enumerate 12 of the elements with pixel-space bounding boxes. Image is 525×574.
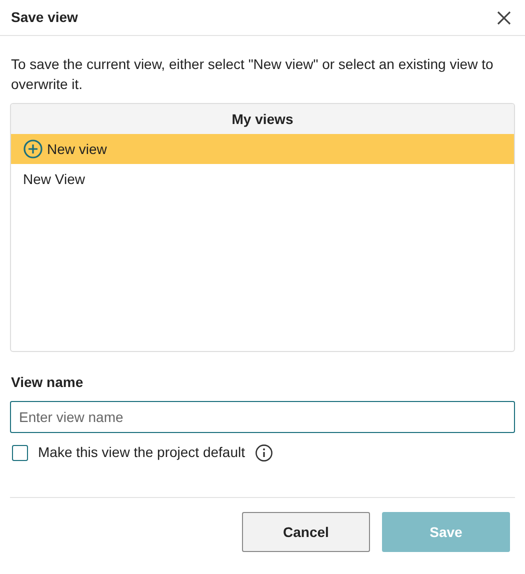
info-icon[interactable]	[255, 444, 273, 462]
close-icon[interactable]	[496, 10, 512, 26]
checkbox[interactable]	[12, 444, 28, 460]
dialog-description: To save the current view, either select "New view" or select an existing view to overwrite it.	[10, 55, 494, 94]
field-label: View name	[10, 373, 84, 392]
list-header: My views	[11, 104, 514, 134]
dialog-title: Save view	[11, 8, 78, 27]
view-name-field[interactable]: Enter view name	[10, 401, 515, 433]
view-item[interactable]: New view	[11, 134, 514, 164]
checkbox-label: Make this view the project default	[38, 443, 245, 462]
cancel-button[interactable]: Cancel	[242, 512, 370, 552]
plus-circle-icon	[23, 139, 43, 159]
